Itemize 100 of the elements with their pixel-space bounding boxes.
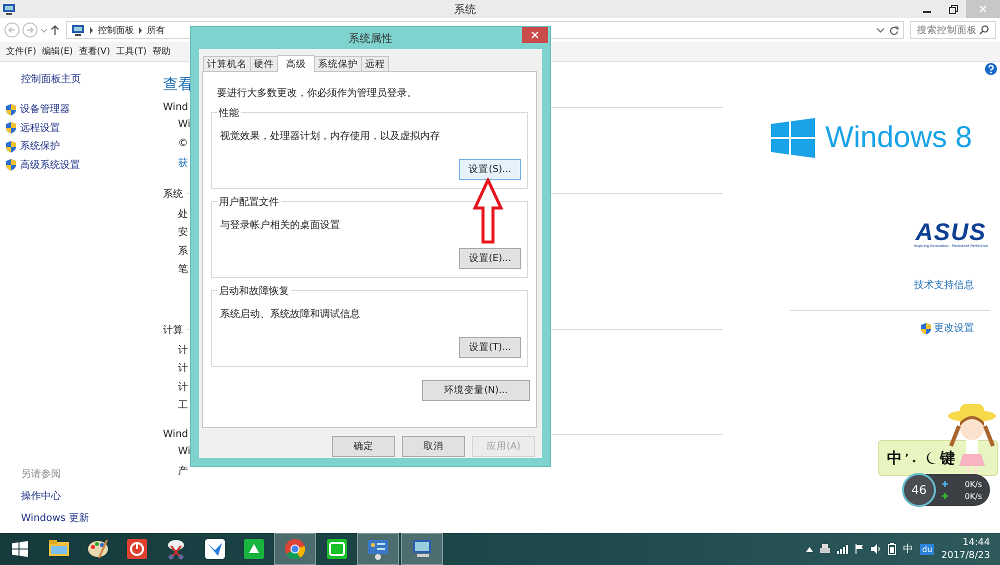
chevron-icon bbox=[138, 26, 143, 34]
menu-item[interactable]: 编辑(E) bbox=[42, 45, 73, 58]
up-icon[interactable] bbox=[50, 24, 60, 36]
section-heading: Wind bbox=[163, 428, 188, 440]
info-text: 产 bbox=[178, 464, 188, 479]
section-heading: Wind bbox=[163, 102, 188, 113]
info-text: 计 bbox=[178, 344, 188, 358]
group-title: 性能 bbox=[217, 106, 241, 120]
environment-variables-button[interactable]: 环境变量(N)... bbox=[422, 380, 530, 401]
speaker-icon[interactable] bbox=[871, 544, 882, 554]
section-heading: 系统 bbox=[163, 188, 183, 200]
menu-item[interactable]: 帮助 bbox=[152, 45, 171, 58]
tab[interactable]: 远程 bbox=[361, 56, 389, 71]
dropdown-icon[interactable] bbox=[876, 26, 885, 34]
info-text: © bbox=[178, 138, 188, 150]
sidebar-link[interactable]: 操作中心 bbox=[21, 489, 163, 503]
info-text: 系 bbox=[178, 244, 188, 258]
search-field[interactable]: 搜索控制面板 bbox=[910, 21, 996, 39]
shield-icon bbox=[5, 140, 17, 153]
sidebar-link[interactable]: Windows 更新 bbox=[21, 511, 163, 525]
windows-logo-icon bbox=[771, 118, 816, 158]
shield-icon bbox=[5, 102, 17, 116]
settings-button[interactable]: 设置(E)... bbox=[459, 248, 521, 269]
group-title: 用户配置文件 bbox=[217, 195, 281, 209]
clock-date[interactable]: 2017/8/23 bbox=[941, 549, 990, 562]
flag-icon[interactable] bbox=[855, 544, 864, 554]
video-app-icon[interactable] bbox=[326, 538, 348, 560]
settings-button[interactable]: 设置(T)... bbox=[459, 337, 521, 358]
close-button[interactable] bbox=[522, 27, 548, 43]
window-title: 系统 bbox=[453, 2, 477, 16]
info-text: 计 bbox=[178, 362, 188, 376]
system-icon bbox=[2, 3, 16, 15]
group-description: 系统启动、系统故障和调试信息 bbox=[220, 308, 361, 322]
menu-item[interactable]: 查看(V) bbox=[78, 45, 110, 58]
upload-icon bbox=[942, 481, 948, 487]
ime-label[interactable]: ʼ bbox=[905, 452, 909, 464]
sidebar-link[interactable]: 高级系统设置 bbox=[20, 158, 80, 172]
change-settings-link[interactable]: 更改设置 bbox=[934, 321, 974, 335]
computer-icon[interactable] bbox=[411, 538, 433, 560]
refresh-icon[interactable] bbox=[889, 25, 899, 35]
notice-text: 要进行大多数更改，你必须作为管理员登录。 bbox=[217, 86, 418, 100]
settings-button[interactable]: 设置(S)... bbox=[459, 159, 521, 180]
power-icon[interactable] bbox=[126, 538, 148, 560]
chrome-icon[interactable] bbox=[284, 538, 306, 560]
tray-app-badge[interactable]: du bbox=[920, 544, 934, 554]
info-text: Wi bbox=[178, 446, 190, 458]
search-icon bbox=[979, 25, 989, 35]
restore-icon[interactable] bbox=[948, 4, 958, 14]
menu-item[interactable]: 文件(F) bbox=[6, 45, 36, 58]
breadcrumb-item[interactable]: 所有 bbox=[147, 24, 165, 36]
sidebar-link[interactable]: 设备管理器 bbox=[20, 102, 70, 116]
menu-item[interactable]: 工具(T) bbox=[116, 45, 147, 58]
info-text: 笔 bbox=[178, 263, 188, 277]
ime-label[interactable]: 。 bbox=[912, 451, 922, 465]
clock-time[interactable]: 14:44 bbox=[962, 536, 990, 549]
group-description: 与登录帐户相关的桌面设置 bbox=[220, 218, 341, 233]
start-icon[interactable] bbox=[12, 541, 28, 557]
tab[interactable]: 系统保护 bbox=[314, 56, 362, 71]
dialog-button[interactable]: 确定 bbox=[332, 436, 395, 457]
signal-icon[interactable] bbox=[837, 544, 848, 554]
breadcrumb-item[interactable]: 控制面板 bbox=[98, 24, 134, 36]
sidebar-link[interactable]: 远程设置 bbox=[20, 120, 60, 135]
tab[interactable]: 硬件 bbox=[250, 56, 278, 71]
triangle-app-icon[interactable] bbox=[243, 538, 265, 560]
palette-icon[interactable] bbox=[87, 538, 109, 560]
shield-icon bbox=[920, 322, 932, 334]
close-icon bbox=[979, 5, 987, 13]
close-icon bbox=[531, 31, 539, 39]
sidebar-link[interactable]: 系统保护 bbox=[20, 139, 60, 154]
control-panel-icon bbox=[71, 24, 85, 36]
info-link[interactable]: 获 bbox=[178, 156, 188, 174]
battery-icon[interactable] bbox=[888, 543, 896, 555]
dialog-title: 系统属性 bbox=[348, 30, 392, 46]
control-panel-icon[interactable] bbox=[367, 538, 389, 560]
dialog-button[interactable]: 取消 bbox=[402, 436, 465, 457]
support-link[interactable]: 技术支持信息 bbox=[914, 278, 974, 292]
sidebar-link[interactable]: 控制面板主页 bbox=[21, 72, 163, 86]
tab[interactable]: 高级 bbox=[277, 55, 315, 72]
info-text: 工 bbox=[178, 399, 188, 413]
caret-up-icon[interactable] bbox=[806, 546, 814, 552]
ime-label[interactable]: 键 bbox=[940, 448, 955, 468]
oem-logo: ASUS bbox=[916, 222, 986, 244]
shield-icon bbox=[5, 121, 17, 134]
shield-icon bbox=[5, 158, 17, 172]
ime-label[interactable]: 中 bbox=[887, 448, 902, 468]
info-text: 处 bbox=[178, 208, 188, 222]
bird-icon[interactable] bbox=[204, 538, 226, 560]
printer-icon[interactable] bbox=[820, 544, 830, 554]
group-title: 启动和故障恢复 bbox=[217, 284, 291, 298]
usage-percent: 46 bbox=[902, 473, 936, 507]
windows-logo-text: Windows 8 bbox=[825, 121, 972, 155]
section-heading: 另请参阅 bbox=[21, 468, 62, 481]
info-text: 安 bbox=[178, 226, 188, 240]
download-icon bbox=[942, 493, 948, 499]
input-method-indicator[interactable]: 中 bbox=[903, 542, 914, 556]
help-icon[interactable] bbox=[985, 63, 997, 75]
scissors-icon[interactable] bbox=[165, 538, 187, 560]
info-text: 计 bbox=[178, 380, 188, 394]
chevron-icon bbox=[89, 26, 94, 34]
tab[interactable]: 计算机名 bbox=[203, 56, 251, 71]
